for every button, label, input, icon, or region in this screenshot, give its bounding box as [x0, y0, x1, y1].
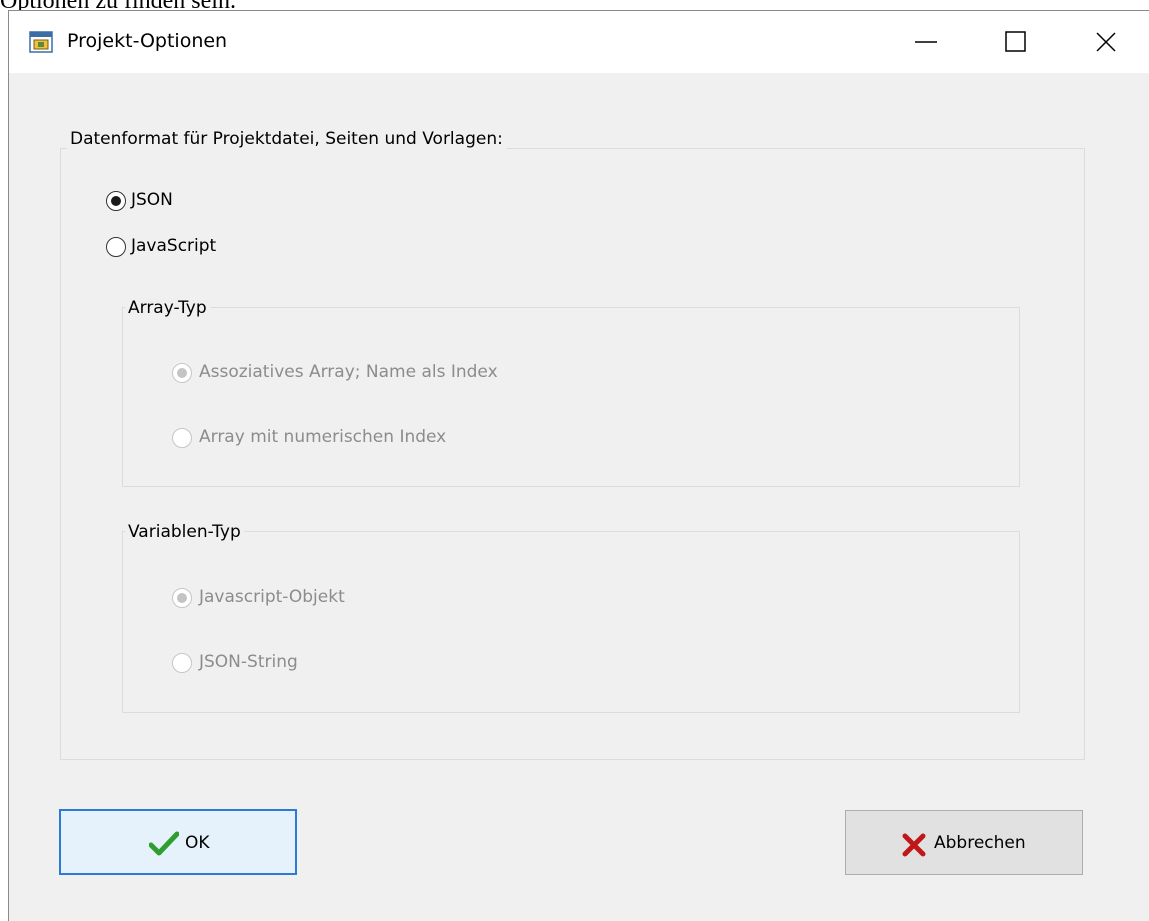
close-icon: [1096, 32, 1116, 52]
cross-icon: [902, 833, 926, 857]
radio-json-label[interactable]: JSON: [131, 190, 173, 210]
radio-json-string-label[interactable]: JSON-String: [199, 652, 298, 672]
close-button[interactable]: [1061, 11, 1149, 73]
radio-selected-dot: [177, 593, 187, 603]
radio-selected-dot: [111, 196, 121, 206]
data-format-label: Datenformat für Projektdatei, Seiten und…: [67, 129, 506, 149]
radio-selected-dot: [177, 368, 187, 378]
ok-button-label: OK: [185, 833, 210, 853]
radio-javascript-label[interactable]: JavaScript: [131, 236, 216, 256]
maximize-button[interactable]: [971, 11, 1061, 73]
radio-associative-array-label[interactable]: Assoziatives Array; Name als Index: [199, 362, 498, 382]
variable-type-group: [122, 531, 1020, 713]
title-bar: Projekt-Optionen: [9, 11, 1149, 73]
checkmark-icon: [149, 831, 179, 856]
cancel-button[interactable]: Abbrechen: [845, 810, 1083, 875]
radio-javascript[interactable]: [106, 237, 126, 257]
radio-numeric-array-label[interactable]: Array mit numerischen Index: [199, 427, 446, 447]
options-dialog: Projekt-Optionen Datenformat für Projekt…: [8, 10, 1149, 921]
cancel-button-label: Abbrechen: [934, 833, 1026, 853]
radio-json-string[interactable]: [172, 653, 192, 673]
ok-button[interactable]: OK: [59, 809, 297, 875]
minimize-button[interactable]: [881, 11, 971, 73]
window-title: Projekt-Optionen: [67, 30, 228, 52]
variable-type-label: Variablen-Typ: [125, 522, 244, 542]
array-type-group: [122, 307, 1020, 487]
app-icon: [29, 31, 53, 53]
minimize-icon: [915, 41, 937, 43]
radio-javascript-object[interactable]: [172, 588, 192, 608]
array-type-label: Array-Typ: [125, 298, 210, 318]
radio-json[interactable]: [106, 191, 126, 211]
maximize-icon: [1005, 31, 1026, 52]
radio-javascript-object-label[interactable]: Javascript-Objekt: [199, 587, 345, 607]
radio-numeric-array[interactable]: [172, 428, 192, 448]
radio-associative-array[interactable]: [172, 363, 192, 383]
